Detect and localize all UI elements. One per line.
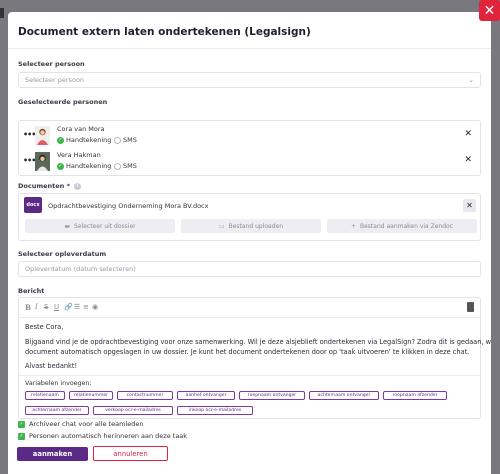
editor-divider xyxy=(19,375,480,376)
check-circle-icon: ✓ xyxy=(57,136,64,144)
link-icon[interactable]: 🔗 xyxy=(64,303,73,311)
variable-chip[interactable]: relatienaam xyxy=(25,391,65,400)
option-handwriting[interactable]: ✓ Handtekening xyxy=(57,162,111,170)
person-row: ••• Vera Hakman ✓ Handtekening SMS ✕ xyxy=(19,150,480,174)
selected-persons-list: ••• Cora van Mora ✓ Handtekening SMS ✕ •… xyxy=(18,120,481,176)
avatar xyxy=(35,126,50,145)
clear-format-icon[interactable]: ◉ xyxy=(92,303,98,311)
select-person-dropdown[interactable]: Selecteer persoon ⌄ xyxy=(18,72,481,88)
documents-box: docx Opdrachtbevestiging Onderneming Mor… xyxy=(18,193,481,241)
person-row: ••• Cora van Mora ✓ Handtekening SMS ✕ xyxy=(19,124,480,148)
info-icon[interactable]: i xyxy=(74,182,82,190)
cancel-button[interactable]: annuleren xyxy=(93,446,168,461)
person-name: Vera Hakman xyxy=(57,151,101,159)
message-editor[interactable]: B I S U 🔗 ☰ ≡ ◉ Beste Cora, Bijgaand vin… xyxy=(18,297,491,419)
select-from-file-button[interactable]: ▬ Selecteer uit dossier xyxy=(25,219,175,233)
variables-label: Variabelen invoegen: xyxy=(25,380,92,387)
radio-icon xyxy=(114,136,121,144)
remove-person-icon[interactable]: ✕ xyxy=(464,155,472,165)
remove-person-icon[interactable]: ✕ xyxy=(464,129,472,139)
remove-document-icon[interactable]: ✕ xyxy=(463,199,476,212)
numbered-list-icon[interactable]: ≡ xyxy=(83,303,89,311)
option-handwriting[interactable]: ✓ Handtekening xyxy=(57,136,111,144)
modal-title: Document extern laten ondertekenen (Lega… xyxy=(18,26,311,38)
documents-label: Documenten * i xyxy=(18,182,82,190)
submit-button[interactable]: aanmaken xyxy=(17,447,88,461)
create-zendoc-button[interactable]: + Bestand aanmaken via Zendoc xyxy=(327,219,477,233)
variable-chip[interactable]: achternaam ontvanger xyxy=(309,391,379,400)
message-line: document automatisch opgeslagen in uw do… xyxy=(25,348,470,356)
upload-icon: ▭ xyxy=(218,222,225,230)
docx-file-icon: docx xyxy=(24,197,42,213)
variable-chip[interactable]: roepnaam ontvanger xyxy=(239,391,305,400)
checkbox-checked-icon: ✓ xyxy=(18,432,25,440)
variable-chip[interactable]: achternaam afzender xyxy=(25,406,89,415)
delivery-date-input[interactable]: Opleverdatum (datum selecteren) xyxy=(18,261,481,277)
template-icon[interactable] xyxy=(467,302,474,312)
archive-chat-checkbox[interactable]: ✓ Archiveer chat voor alle teamleden xyxy=(18,420,143,428)
chevron-down-icon: ⌄ xyxy=(468,76,474,84)
variable-chip[interactable]: contactnummer xyxy=(117,391,173,400)
radio-icon xyxy=(114,162,121,170)
message-label: Bericht xyxy=(18,287,45,295)
document-name: Opdrachtbevestiging Onderneming Mora BV.… xyxy=(48,202,209,210)
bold-button[interactable]: B xyxy=(25,303,31,312)
upload-file-button[interactable]: ▭ Bestand uploaden xyxy=(181,219,321,233)
variable-chip[interactable]: aanhef ontvanger xyxy=(177,391,235,400)
close-icon[interactable]: ✕ xyxy=(479,0,500,21)
plus-icon: + xyxy=(350,222,356,230)
selected-persons-label: Geselecteerde personen xyxy=(18,98,108,106)
title-divider xyxy=(8,48,491,49)
bullet-list-icon[interactable]: ☰ xyxy=(74,303,80,311)
message-line: Beste Cora, xyxy=(25,323,64,331)
person-name: Cora van Mora xyxy=(57,125,105,133)
select-person-label: Selecteer persoon xyxy=(18,60,85,68)
variable-chip[interactable]: roepnaam afzender xyxy=(383,391,447,400)
message-line: Bijgaand vind je de opdrachtbevestiging … xyxy=(25,338,491,346)
legalsign-modal: Document extern laten ondertekenen (Lega… xyxy=(8,12,491,474)
remind-persons-checkbox[interactable]: ✓ Personen automatisch herinneren aan de… xyxy=(18,432,187,440)
underline-button[interactable]: U xyxy=(54,303,59,311)
select-person-placeholder: Selecteer persoon xyxy=(25,76,85,84)
check-circle-icon: ✓ xyxy=(57,162,64,170)
option-sms[interactable]: SMS xyxy=(114,136,137,144)
variable-chip[interactable]: verkoop ocr-e-mailadres xyxy=(93,406,173,415)
drag-handle-icon[interactable]: ••• xyxy=(23,156,36,165)
checkbox-checked-icon: ✓ xyxy=(18,420,25,428)
folder-icon: ▬ xyxy=(64,222,71,230)
avatar xyxy=(35,152,50,171)
editor-toolbar: B I S U 🔗 ☰ ≡ ◉ xyxy=(19,298,480,318)
message-line: Alvast bedankt! xyxy=(25,362,78,370)
option-sms[interactable]: SMS xyxy=(114,162,137,170)
italic-button[interactable]: I xyxy=(35,303,38,311)
strikethrough-button[interactable]: S xyxy=(44,303,48,311)
variable-chip[interactable]: relatienummer xyxy=(69,391,113,400)
drag-handle-icon[interactable]: ••• xyxy=(23,130,36,139)
delivery-date-label: Selecteer opleverdatum xyxy=(18,250,107,258)
variable-chip[interactable]: inkoop ocr-e-mailadres xyxy=(177,406,253,415)
